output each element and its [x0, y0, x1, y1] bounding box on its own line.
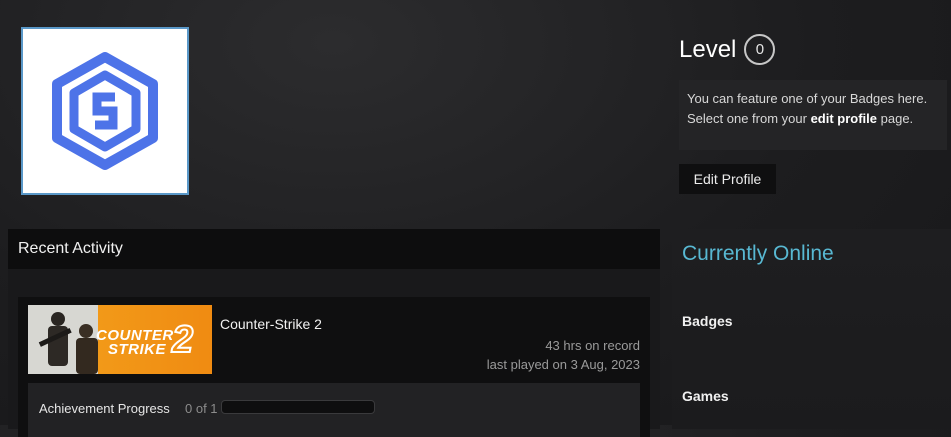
edit-profile-link[interactable]: edit profile [811, 111, 877, 126]
achievement-progress-label: Achievement Progress [39, 401, 170, 416]
level-badge[interactable]: 0 [744, 34, 776, 65]
game-thumbnail[interactable]: COUNTER STRIKE 2 [28, 305, 212, 374]
featured-badge-box: You can feature one of your Badges here.… [679, 80, 947, 150]
sidebar-item-games[interactable]: Games [682, 388, 729, 404]
thumb-2-text: 2 [171, 318, 194, 362]
game-hours: 43 hrs on record [545, 338, 640, 353]
badge-hint-line-2: Select one from your edit profile page. [687, 109, 939, 129]
game-card: COUNTER STRIKE 2 Counter-Strike 2 43 hrs… [18, 297, 650, 437]
profile-sidebar: Currently Online Badges Games [672, 229, 951, 429]
thumb-strike-text: STRIKE [108, 341, 167, 358]
game-title[interactable]: Counter-Strike 2 [220, 316, 322, 332]
cs-logo-icon [52, 52, 158, 170]
achievement-progress-section: Achievement Progress 0 of 1 [28, 383, 640, 437]
achievement-progress-bar [221, 400, 375, 414]
level-display: Level 0 [679, 34, 776, 65]
game-last-played: last played on 3 Aug, 2023 [486, 357, 640, 372]
recent-activity-header: Recent Activity [8, 229, 660, 269]
online-status: Currently Online [682, 242, 834, 265]
achievement-count: 0 of 1 [185, 401, 218, 416]
badge-hint-text: Select one from your [687, 111, 811, 126]
level-label: Level [679, 35, 737, 63]
edit-profile-button[interactable]: Edit Profile [679, 164, 776, 194]
recent-activity-panel: Recent Activity COUNTER STRIKE 2 Counter… [8, 229, 660, 437]
avatar[interactable] [21, 27, 189, 195]
badge-hint-suffix: page. [877, 111, 914, 126]
sidebar-item-badges[interactable]: Badges [682, 313, 733, 329]
badge-hint-line-1: You can feature one of your Badges here. [687, 91, 928, 106]
